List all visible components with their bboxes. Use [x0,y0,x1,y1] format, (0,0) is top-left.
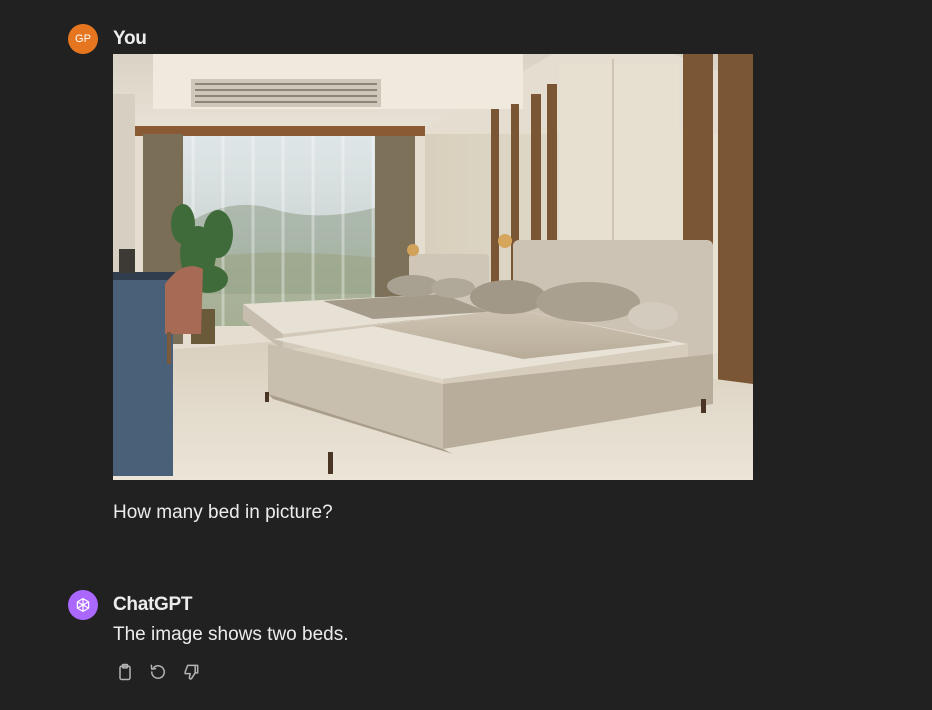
thumbs-down-icon[interactable] [179,660,203,684]
user-author-name: You [113,28,147,49]
user-message-text: How many bed in picture? [113,502,333,523]
assistant-message: ChatGPT The image shows two beds. [68,590,768,700]
assistant-message-text: The image shows two beds. [113,624,349,645]
user-avatar: GP [68,24,98,54]
assistant-author-name: ChatGPT [113,594,193,615]
copy-icon[interactable] [113,660,137,684]
regenerate-icon[interactable] [146,660,170,684]
user-message: GP You How many bed in picture? [68,24,768,524]
hotel-room-photo[interactable] [113,54,753,480]
openai-logo-icon [68,590,98,620]
message-actions [113,660,203,684]
